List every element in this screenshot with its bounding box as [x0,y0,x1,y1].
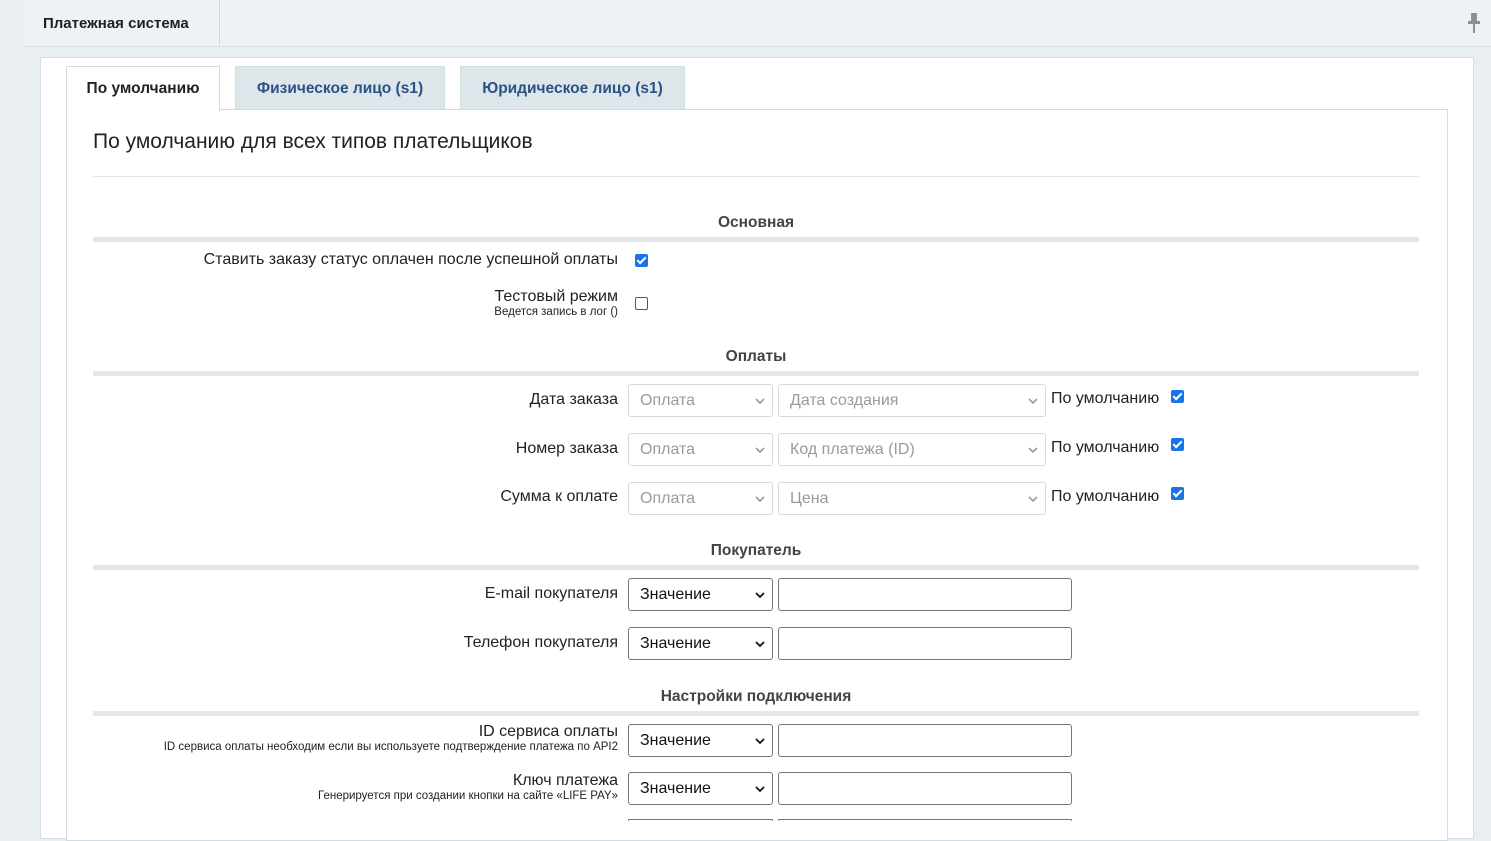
payment-key-type-select[interactable]: Значение [628,772,773,805]
payment-key-type-value: Значение [640,780,711,797]
order-date-type-select[interactable]: Оплата [628,384,773,417]
service-id-hint: ID сервиса оплаты необходим если вы испо… [163,741,618,753]
section-divider [93,565,1419,570]
amount-label: Сумма к оплате [500,488,618,505]
order-number-default-checkbox[interactable] [1171,438,1184,451]
section-title-payments: Оплаты [725,348,787,365]
test-mode-checkbox[interactable] [635,297,648,310]
order-number-default-label: По умолчанию [1051,439,1160,456]
buyer-phone-type-select[interactable]: Значение [628,627,773,660]
title-divider [93,176,1419,177]
payment-key-input[interactable] [778,772,1072,805]
chevron-down-icon [1028,398,1038,405]
chevron-down-icon [755,398,765,405]
chevron-down-icon [755,738,765,745]
test-mode-hint: Ведется запись в лог () [494,306,618,318]
chevron-down-icon [755,592,765,599]
order-date-type-value: Оплата [640,392,696,409]
order-number-field-select[interactable]: Код платежа (ID) [778,433,1046,466]
section-divider [93,711,1419,716]
top-bar: Платежная система [24,0,1491,47]
amount-type-select[interactable]: Оплата [628,482,773,515]
chevron-down-icon [755,786,765,793]
order-date-field-value: Дата создания [790,392,899,409]
test-mode-label: Тестовый режим [494,288,618,305]
order-number-label: Номер заказа [515,440,618,457]
order-number-field-value: Код платежа (ID) [790,441,915,458]
buyer-phone-type-value: Значение [640,635,711,652]
pin-icon[interactable] [1467,12,1481,34]
service-id-type-value: Значение [640,732,711,749]
section-divider [93,371,1419,376]
order-date-field-select[interactable]: Дата создания [778,384,1046,417]
service-id-input[interactable] [778,724,1072,757]
amount-default-checkbox[interactable] [1171,487,1184,500]
buyer-email-type-value: Значение [640,586,711,603]
order-date-label: Дата заказа [529,391,618,408]
buyer-phone-label: Телефон покупателя [463,634,618,651]
page-title: По умолчанию для всех типов плательщиков [93,130,533,153]
order-number-type-select[interactable]: Оплата [628,433,773,466]
tab-individual[interactable]: Физическое лицо (s1) [235,66,445,109]
chevron-down-icon [1028,447,1038,454]
order-date-default-label: По умолчанию [1051,390,1160,407]
order-number-type-value: Оплата [640,441,696,458]
chevron-down-icon [755,447,765,454]
section-title-buyer: Покупатель [710,542,802,559]
tab-default[interactable]: По умолчанию [66,66,220,112]
section-title-connection: Настройки подключения [660,688,852,705]
chevron-down-icon [1028,496,1038,503]
amount-type-value: Оплата [640,490,696,507]
buyer-email-type-select[interactable]: Значение [628,578,773,611]
buyer-email-input[interactable] [778,578,1072,611]
section-divider [93,237,1419,242]
order-date-default-checkbox[interactable] [1171,390,1184,403]
amount-default-label: По умолчанию [1051,488,1160,505]
paid-status-label: Ставить заказу статус оплачен после успе… [203,251,618,268]
payment-key-label: Ключ платежа [512,772,618,789]
service-id-label: ID сервиса оплаты [478,723,618,740]
paid-status-checkbox[interactable] [635,254,648,267]
section-title-main: Основная [717,214,795,231]
payment-system-tab[interactable]: Платежная система [24,0,220,46]
tab-legal-entity[interactable]: Юридическое лицо (s1) [460,66,685,109]
chevron-down-icon [755,496,765,503]
payment-key-hint: Генерируется при создании кнопки на сайт… [317,790,618,802]
chevron-down-icon [755,641,765,648]
amount-field-select[interactable]: Цена [778,482,1046,515]
service-id-type-select[interactable]: Значение [628,724,773,757]
buyer-email-label: E-mail покупателя [484,585,618,602]
amount-field-value: Цена [790,490,829,507]
buyer-phone-input[interactable] [778,627,1072,660]
